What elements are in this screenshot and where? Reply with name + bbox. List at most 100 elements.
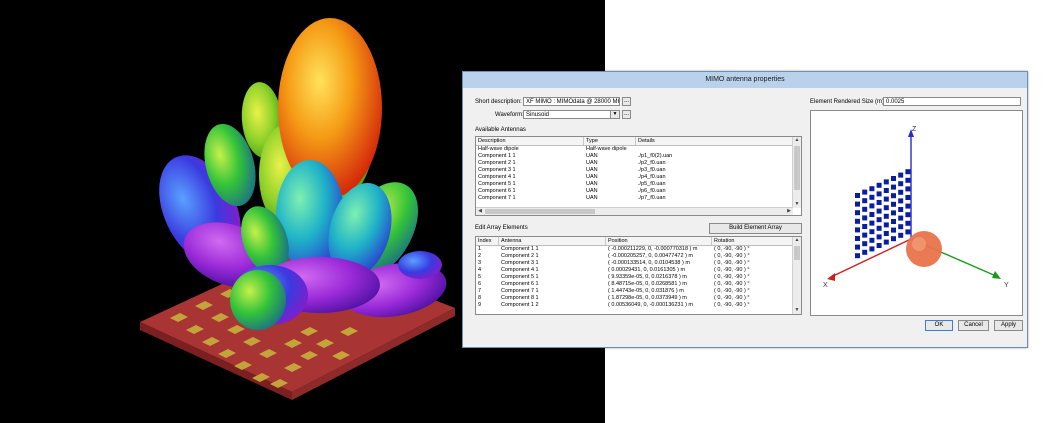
cell-rotation: ( 0, -90, -90 ) ° (714, 274, 750, 280)
table-row[interactable]: 9 Component 1 2 ( 0.00536049, 0, -0.0001… (476, 302, 801, 309)
column-header-position[interactable]: Position (606, 237, 712, 245)
vertical-scrollbar[interactable]: ▲ ▼ (792, 137, 801, 208)
scroll-down-icon[interactable]: ▼ (793, 307, 801, 314)
array-element (905, 212, 911, 218)
table-row[interactable]: 3 Component 3 1 ( -0.000133514, 0, 0.010… (476, 260, 801, 267)
array-element (883, 179, 889, 185)
array-element (891, 236, 896, 242)
array-element (869, 212, 875, 217)
table-row[interactable]: Component 4 1 UAN ./p4_f0.uan (476, 174, 801, 181)
cell-antenna: Component 6 1 (501, 281, 539, 287)
array-element (862, 198, 868, 204)
vertical-scrollbar[interactable]: ▲ ▼ (792, 237, 801, 314)
scrollbar-thumb[interactable] (485, 209, 595, 214)
cell-details: ./p4_f0.uan (638, 174, 666, 180)
array-element (855, 210, 860, 216)
array-element (862, 206, 868, 212)
table-row[interactable]: Component 2 1 UAN ./p2_f0.uan (476, 160, 801, 167)
array-element (869, 246, 875, 252)
column-header-rotation[interactable]: Rotation (712, 237, 795, 245)
table-row[interactable]: Component 5 1 UAN ./p5_f0.uan (476, 181, 801, 188)
scrollbar-thumb[interactable] (794, 146, 800, 190)
array-element (876, 191, 882, 197)
table-row[interactable]: 8 Component 8 1 ( 1.87298e-05, 0, 0.0373… (476, 295, 801, 302)
array-element (905, 203, 911, 209)
build-element-array-button[interactable]: Build Element Array (709, 223, 802, 234)
cell-index: 1 (478, 246, 482, 252)
cell-details: ./p1_f0(2).uan (638, 153, 673, 159)
array-element (891, 227, 896, 233)
array-element (883, 231, 889, 236)
waveform-select[interactable]: Sinusoid ▼ (523, 110, 620, 119)
cell-details (636, 146, 638, 153)
table-row[interactable]: 2 Component 2 1 ( -0.000205257, 0, 0.004… (476, 253, 801, 260)
cell-index: 9 (478, 302, 482, 308)
array-element (876, 200, 882, 205)
table-row[interactable]: Component 3 1 UAN ./p3_f0.uan (476, 167, 801, 174)
scroll-up-icon[interactable]: ▲ (793, 237, 801, 244)
table-row[interactable]: 1 Component 1 1 ( -0.000211229, 0, -0.00… (476, 246, 801, 253)
short-description-field[interactable]: XF MIMO : MIMOdata @ 28000 MHz (523, 97, 620, 106)
array-element (898, 232, 904, 238)
scrollbar-thumb[interactable] (794, 246, 800, 260)
cell-antenna: Component 1 2 (501, 302, 539, 308)
array-element (883, 188, 889, 193)
cell-index: 2 (478, 253, 482, 259)
column-header-details[interactable]: Details (636, 137, 795, 145)
cell-type: UAN (586, 153, 598, 159)
apply-button[interactable]: Apply (994, 320, 1023, 331)
cell-position: ( -0.000133514, 0, 0.0104538 ) m (608, 260, 690, 266)
chevron-down-icon[interactable]: ▼ (610, 111, 619, 118)
cell-antenna: Component 8 1 (501, 295, 539, 301)
element-array-3d-view[interactable]: Z X Y (810, 110, 1023, 316)
element-size-field[interactable]: 0.0025 (883, 97, 1021, 106)
array-element (855, 201, 860, 207)
cell-rotation: ( 0, -90, -90 ) ° (714, 295, 750, 301)
cell-antenna: Component 5 1 (501, 274, 539, 280)
column-header-type[interactable]: Type (584, 137, 636, 145)
array-element (891, 219, 896, 224)
table-row[interactable]: Half-wave dipole Half-wave dipole (476, 146, 801, 153)
array-element (862, 215, 868, 221)
table-row[interactable]: Component 6 1 UAN ./p6_f0.uan (476, 188, 801, 195)
horizontal-scrollbar[interactable]: ◀ ▶ (476, 207, 793, 215)
table-row[interactable]: 7 Component 7 1 ( 1.44743e-05, 0, 0.0318… (476, 288, 801, 295)
array-element (876, 208, 882, 214)
cell-type: UAN (586, 167, 598, 173)
table-row[interactable]: Component 1 1 UAN ./p1_f0(2).uan (476, 153, 801, 160)
dialog-title[interactable]: MIMO antenna properties (463, 72, 1027, 88)
array-element (855, 236, 860, 241)
cell-index: 3 (478, 260, 482, 266)
array-element (855, 218, 860, 224)
cell-position: ( 8.48715e-05, 0, 0.0268581 ) m (608, 281, 687, 287)
scroll-right-icon[interactable]: ▶ (785, 208, 793, 215)
array-element (883, 239, 889, 245)
short-description-browse-button[interactable]: ... (622, 97, 631, 106)
array-element (862, 241, 868, 247)
cell-index: 6 (478, 281, 482, 287)
array-element (891, 210, 896, 216)
cancel-button[interactable]: Cancel (958, 320, 989, 331)
table-row[interactable]: 4 Component 4 1 ( 0.00029431, 0, 0.01613… (476, 267, 801, 274)
ok-button[interactable]: OK (925, 320, 953, 331)
waveform-browse-button[interactable]: ... (622, 110, 631, 119)
column-header-antenna[interactable]: Antenna (499, 237, 606, 245)
cell-rotation: ( 0, -90, -90 ) ° (714, 246, 750, 252)
cell-index: 8 (478, 295, 482, 301)
array-element (905, 195, 911, 200)
column-header-description[interactable]: Description (476, 137, 584, 145)
table-row[interactable]: 6 Component 6 1 ( 8.48715e-05, 0, 0.0268… (476, 281, 801, 288)
cell-description: Component 6 1 (478, 188, 516, 194)
cell-rotation: ( 0, -90, -90 ) ° (714, 281, 750, 287)
scroll-left-icon[interactable]: ◀ (476, 208, 484, 215)
array-element (855, 193, 860, 198)
scroll-up-icon[interactable]: ▲ (793, 137, 801, 144)
cell-type: UAN (586, 195, 598, 201)
table-row[interactable]: Component 7 1 UAN ./p7_f0.uan (476, 195, 801, 202)
column-header-index[interactable]: Index (476, 237, 499, 245)
cell-rotation: ( 0, -90, -90 ) ° (714, 267, 750, 273)
array-element (855, 244, 860, 250)
cell-index: 4 (478, 267, 482, 273)
scroll-down-icon[interactable]: ▼ (793, 201, 801, 208)
table-row[interactable]: 5 Component 5 1 ( 9.93359e-05, 0, 0.0216… (476, 274, 801, 281)
